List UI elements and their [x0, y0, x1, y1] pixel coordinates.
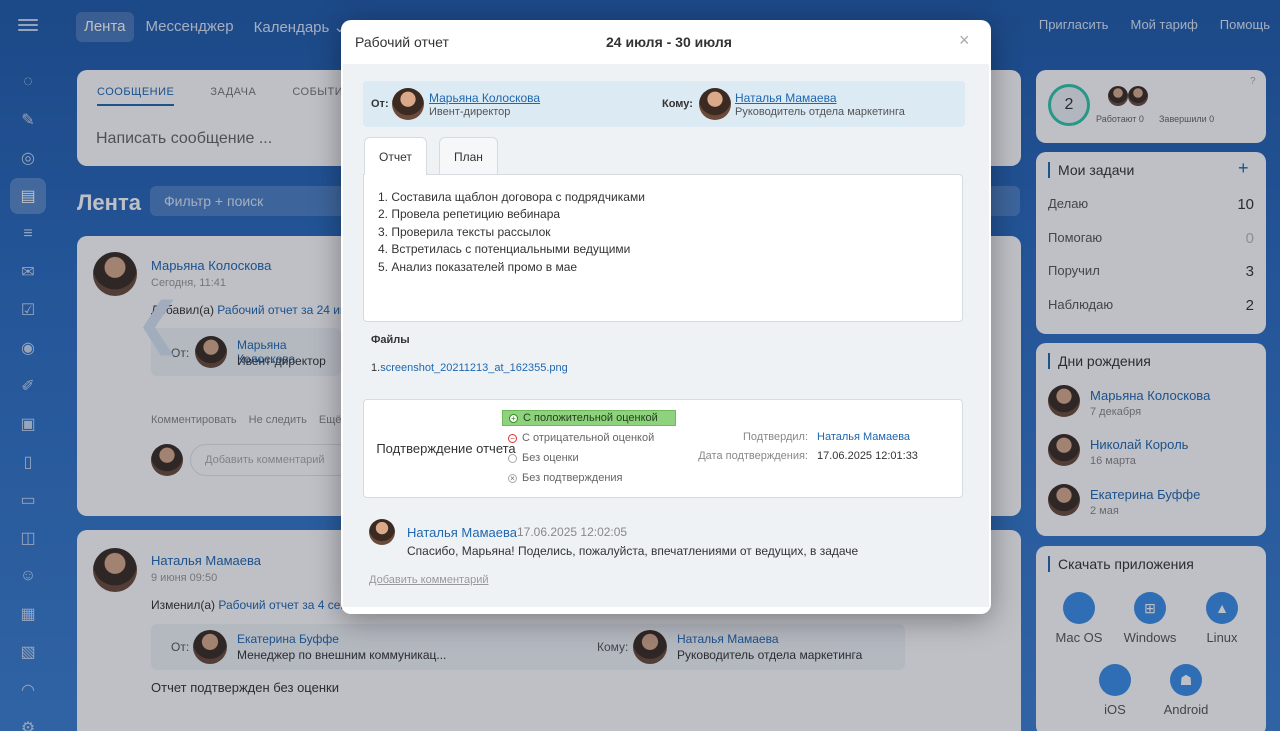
radio-icon — [508, 453, 517, 463]
modal-header: Рабочий отчет 24 июля - 30 июля × — [341, 20, 991, 64]
avatar[interactable] — [392, 88, 424, 120]
modal-body: От: Марьяна Колоскова Ивент-директор Ком… — [343, 64, 989, 607]
report-line: 2. Провела репетицию вебинара — [378, 207, 561, 221]
from-role: Ивент-директор — [429, 106, 511, 118]
file-link[interactable]: screenshot_20211213_at_162355.png — [380, 362, 568, 374]
to-role: Руководитель отдела маркетинга — [735, 106, 905, 118]
from-to-panel: От: Марьяна Колоскова Ивент-директор Ком… — [363, 81, 965, 127]
confirmed-by-name[interactable]: Наталья Мамаева — [817, 431, 910, 443]
to-label: Кому: — [662, 98, 693, 110]
report-line: 1. Составила щаблон договора с подрядчик… — [378, 190, 645, 204]
report-period: 24 июля - 30 июля — [606, 34, 732, 50]
comment-text: Спасибо, Марьяна! Поделись, пожалуйста, … — [407, 544, 859, 558]
files-label: Файлы — [371, 334, 410, 346]
report-line: 3. Проверила тексты рассылок — [378, 225, 551, 239]
comment-author[interactable]: Наталья Мамаева — [407, 525, 517, 540]
file-index: 1. — [371, 362, 381, 374]
confirm-date: 17.06.2025 12:01:33 — [817, 450, 918, 462]
report-line: 4. Встретилась с потенциальными ведущими — [378, 242, 631, 256]
tab-plan[interactable]: План — [439, 137, 498, 175]
confirmation-title: Подтверждение отчета — [376, 441, 516, 456]
report-text: 1. Составила щаблон договора с подрядчик… — [363, 174, 963, 322]
avatar[interactable] — [699, 88, 731, 120]
tab-report[interactable]: Отчет — [364, 137, 427, 175]
option-positive[interactable]: + С положительной оценкой — [502, 410, 676, 426]
report-line: 5. Анализ показателей промо в мае — [378, 260, 578, 274]
confirmation-panel: Подтверждение отчета + С положительной о… — [363, 399, 963, 498]
file-entry: 1.screenshot_20211213_at_162355.png — [371, 362, 568, 374]
work-report-modal: Рабочий отчет 24 июля - 30 июля × От: Ма… — [341, 20, 991, 614]
from-name[interactable]: Марьяна Колоскова — [429, 91, 540, 105]
option-label: Без подтверждения — [522, 472, 623, 484]
close-icon[interactable]: × — [959, 30, 970, 51]
option-negative[interactable]: − С отрицательной оценкой — [502, 430, 660, 446]
option-no-confirmation[interactable]: × Без подтверждения — [502, 470, 629, 486]
to-name[interactable]: Наталья Мамаева — [735, 91, 837, 105]
comment-time: 17.06.2025 12:02:05 — [517, 525, 628, 539]
avatar[interactable] — [369, 519, 395, 545]
add-comment-link[interactable]: Добавить комментарий — [369, 574, 488, 586]
plus-icon: + — [509, 413, 518, 423]
confirmed-by-label: Подтвердил: — [743, 431, 808, 443]
option-label: С отрицательной оценкой — [522, 432, 655, 444]
cross-icon: × — [508, 473, 517, 483]
option-label: Без оценки — [522, 452, 579, 464]
from-label: От: — [371, 98, 389, 110]
minus-icon: − — [508, 433, 517, 443]
option-label: С положительной оценкой — [523, 412, 658, 424]
confirm-date-label: Дата подтверждения: — [698, 450, 808, 462]
option-no-rating[interactable]: Без оценки — [502, 450, 585, 466]
modal-title: Рабочий отчет — [355, 34, 449, 50]
